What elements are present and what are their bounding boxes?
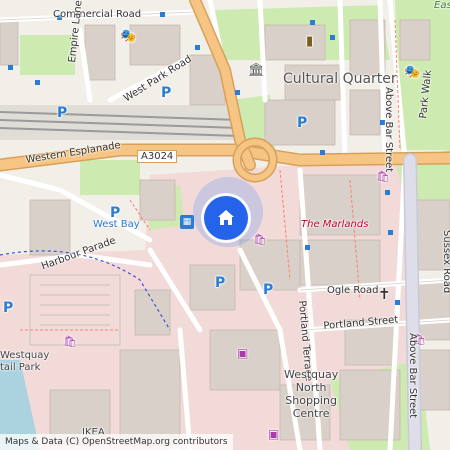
place-label-west-bay: West Bay [93,219,140,230]
department-store-icon: ▣ [237,346,249,360]
parking-icon: P [3,300,14,316]
department-store-icon: ▣ [268,427,280,441]
parking-icon: P [161,85,172,101]
map-view[interactable]: P P P P P P P 🎭 🎭 ▮ 🏛 🛍 🛍 🛍 🛍 ▣ ▣ ✝ ▦ Co… [0,0,450,450]
street-label-east: East [434,0,450,11]
theatre-icon: 🎭 [120,29,137,44]
westquay-north-line: North [295,381,327,394]
street-label-commercial-road: Commercial Road [53,9,142,20]
theatre-icon: 🎭 [404,65,421,80]
street-label-sussex-road: Sussex Road [441,230,450,294]
place-label-westquay-north: Westquay North Shopping Centre [284,368,338,420]
shop-bag-icon: 🛍 [63,335,77,348]
westquay-north-line: Westquay [284,368,339,381]
westquay-north-line: Centre [292,407,330,420]
church-cross-icon: ✝ [378,285,391,303]
place-label-cultural-quarter: Cultural Quarter [283,71,397,87]
library-icon: ▮ [306,34,314,49]
museum-icon: 🏛 [248,63,265,78]
retail-park-line: tail Park [0,362,41,373]
home-icon [218,210,234,225]
parking-icon: P [263,282,274,298]
street-label-ogle-road: Ogle Road [327,285,379,296]
bus-stop-icon: ▦ [180,215,194,229]
home-marker-button[interactable] [204,196,248,240]
parking-icon: P [57,105,68,121]
place-label-retail-park: Westquay tail Park [0,350,49,374]
westquay-north-line: Shopping [285,394,337,407]
street-label-above-bar-street: Above Bar Street [383,87,394,173]
street-label-above-bar-street: Above Bar Street [407,333,418,419]
parking-icon: P [297,115,308,131]
place-label-the-marlands: The Marlands [301,219,369,230]
shop-bag-icon: 🛍 [253,233,267,246]
map-attribution: Maps & Data (C) OpenStreetMap.org contri… [0,434,233,450]
retail-park-line: Westquay [0,350,50,361]
road-shield-a3024: A3024 [137,150,178,163]
parking-icon: P [215,275,226,291]
